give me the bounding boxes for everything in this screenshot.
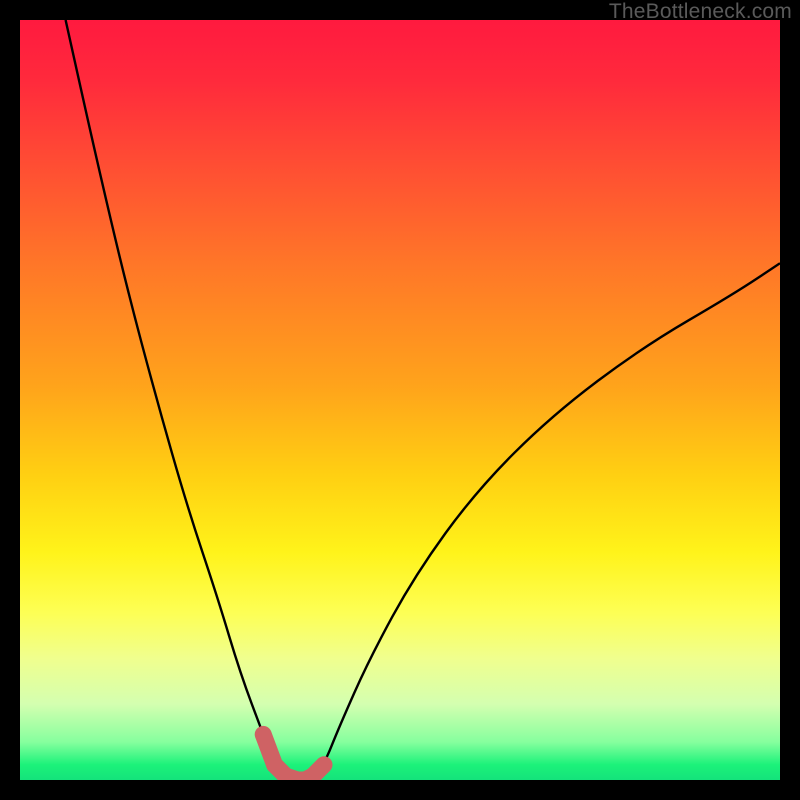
- curve-layer: [20, 20, 780, 780]
- chart-root: TheBottleneck.com: [0, 0, 800, 800]
- optimal-marker-dot: [255, 726, 271, 742]
- plot-area: [20, 20, 780, 780]
- optimal-markers: [255, 726, 332, 780]
- bottleneck-curve: [66, 20, 780, 780]
- optimal-marker-dot: [316, 757, 332, 773]
